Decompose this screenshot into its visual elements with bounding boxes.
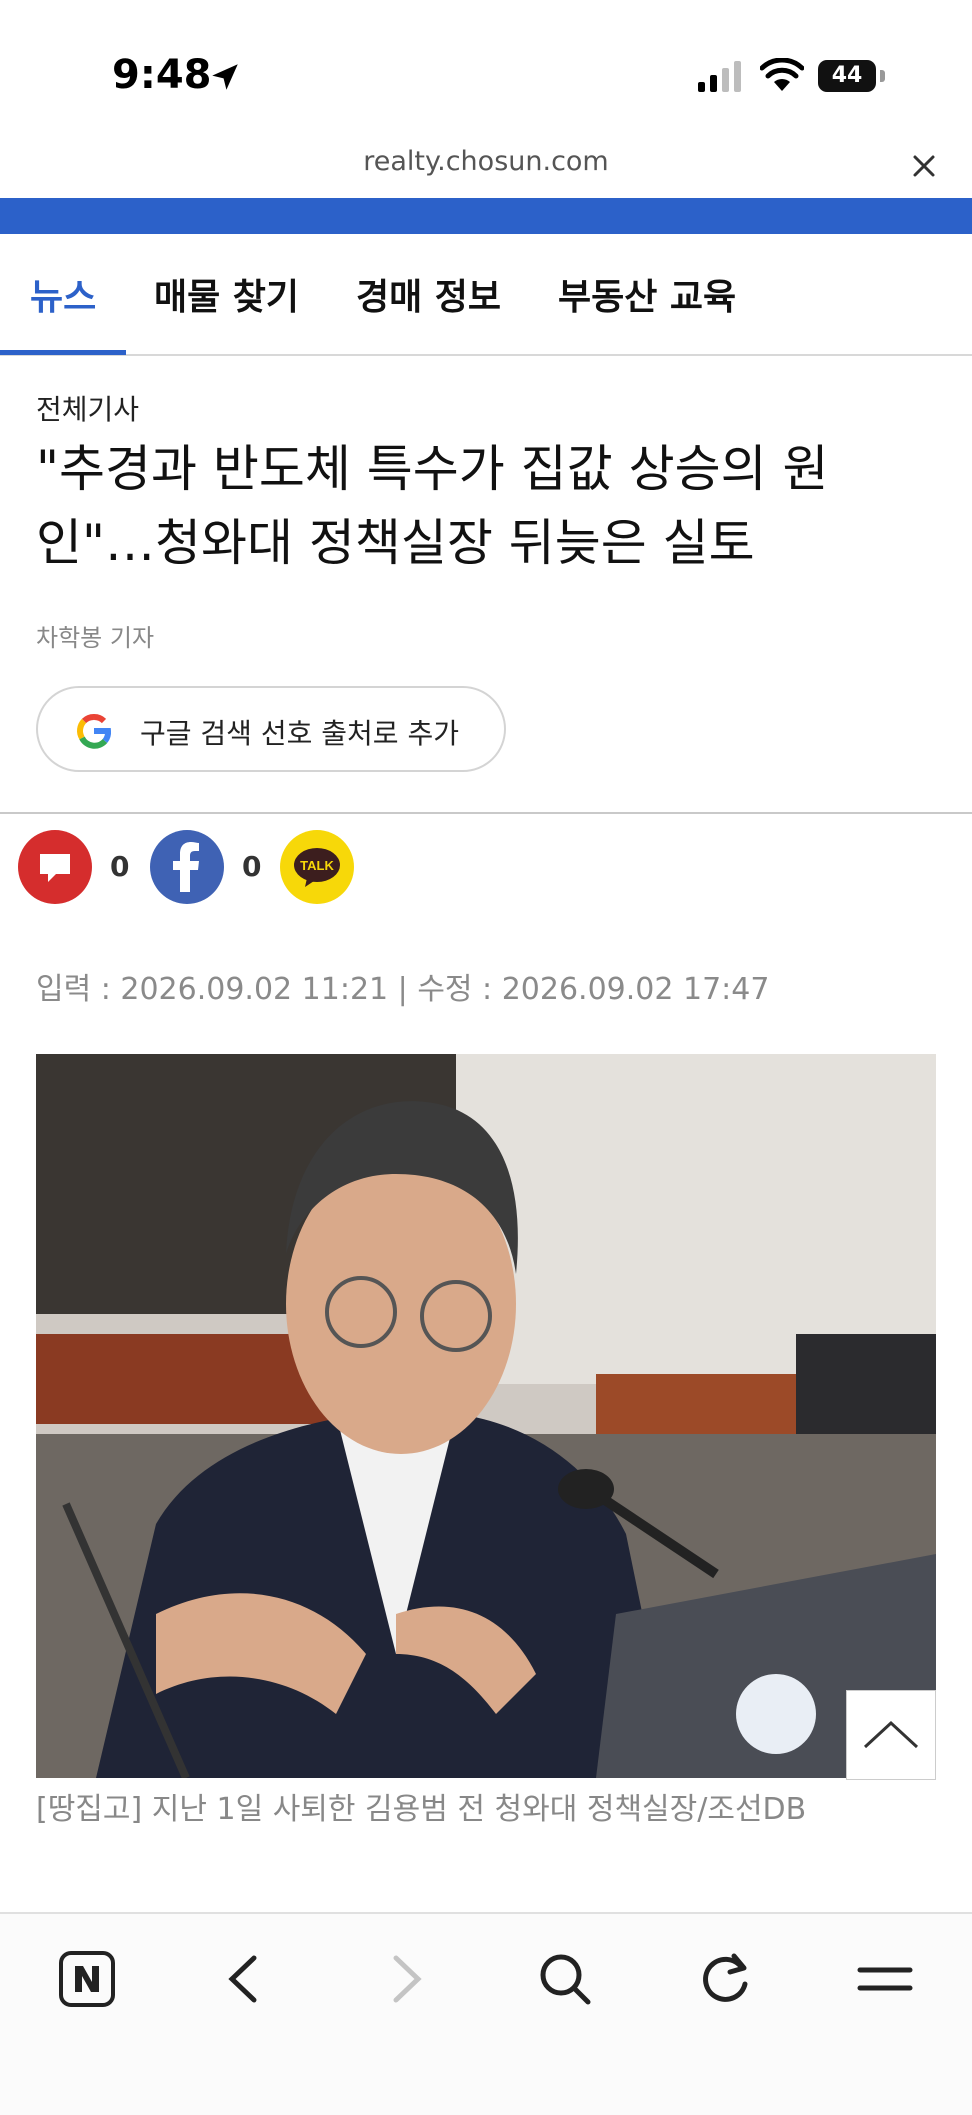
comment-count: 0 [110,850,130,883]
comment-icon [40,854,70,882]
status-time: 9:48 [112,52,212,98]
kakaotalk-icon: TALK [294,848,340,887]
headline-line-2: 인"…청와대 정책실장 뒤늦은 실토 [36,514,755,572]
battery-nub [880,70,885,82]
browser-toolbar [0,1912,972,2115]
photo-caption: [땅집고] 지난 1일 사퇴한 김용범 전 청와대 정책실장/조선DB [36,1792,807,1827]
forward-arrow-icon[interactable] [370,1944,440,2014]
article-photo-image [36,1054,936,1778]
refresh-icon[interactable] [690,1944,760,2014]
kakao-label: TALK [300,858,334,873]
comment-button[interactable] [18,830,92,904]
url-bar[interactable]: realty.chosun.com [0,146,972,177]
google-button-label: 구글 검색 선호 출처로 추가 [140,717,459,750]
status-bar: 9:48 44 [0,0,972,150]
chevron-up-icon [863,1720,919,1749]
naver-n-icon[interactable] [52,1944,122,2014]
headline-line-1: "추경과 반도체 특수가 집값 상승의 원 [36,440,829,498]
close-icon[interactable] [908,150,940,182]
search-icon[interactable] [530,1944,600,2014]
tab-realestate-education[interactable]: 부동산 교육 [558,268,736,320]
back-arrow-icon[interactable] [210,1944,280,2014]
tab-auction-info[interactable]: 경매 정보 [356,268,501,320]
section-divider [0,812,972,814]
location-arrow-icon [212,64,238,90]
article-category[interactable]: 전체기사 [36,388,139,428]
article-headline: "추경과 반도체 특수가 집값 상승의 원 인"…청와대 정책실장 뒤늦은 실토 [36,432,896,580]
article-byline: 차학봉 기자 [36,624,155,652]
menu-icon[interactable] [850,1944,920,2014]
tab-find-listings[interactable]: 매물 찾기 [154,268,299,320]
google-preferred-source-button[interactable]: 구글 검색 선호 출처로 추가 [36,686,506,772]
kakaotalk-share-button[interactable]: TALK [280,830,354,904]
scroll-to-top-button[interactable] [846,1690,936,1780]
signal-icon [698,61,741,92]
google-icon [77,714,112,749]
nav-tabs: 뉴스 매물 찾기 경매 정보 부동산 교육 [0,234,972,356]
article-dates: 입력 : 2026.09.02 11:21 | 수정 : 2026.09.02 … [36,972,770,1007]
site-header-band [0,198,972,234]
active-tab-underline [0,350,126,355]
article-photo[interactable] [36,1054,936,1778]
battery-level: 44 [831,63,863,88]
facebook-share-button[interactable] [150,830,224,904]
facebook-icon [173,842,199,892]
facebook-count: 0 [242,850,262,883]
wifi-icon [760,58,804,91]
tab-news[interactable]: 뉴스 [30,268,96,320]
